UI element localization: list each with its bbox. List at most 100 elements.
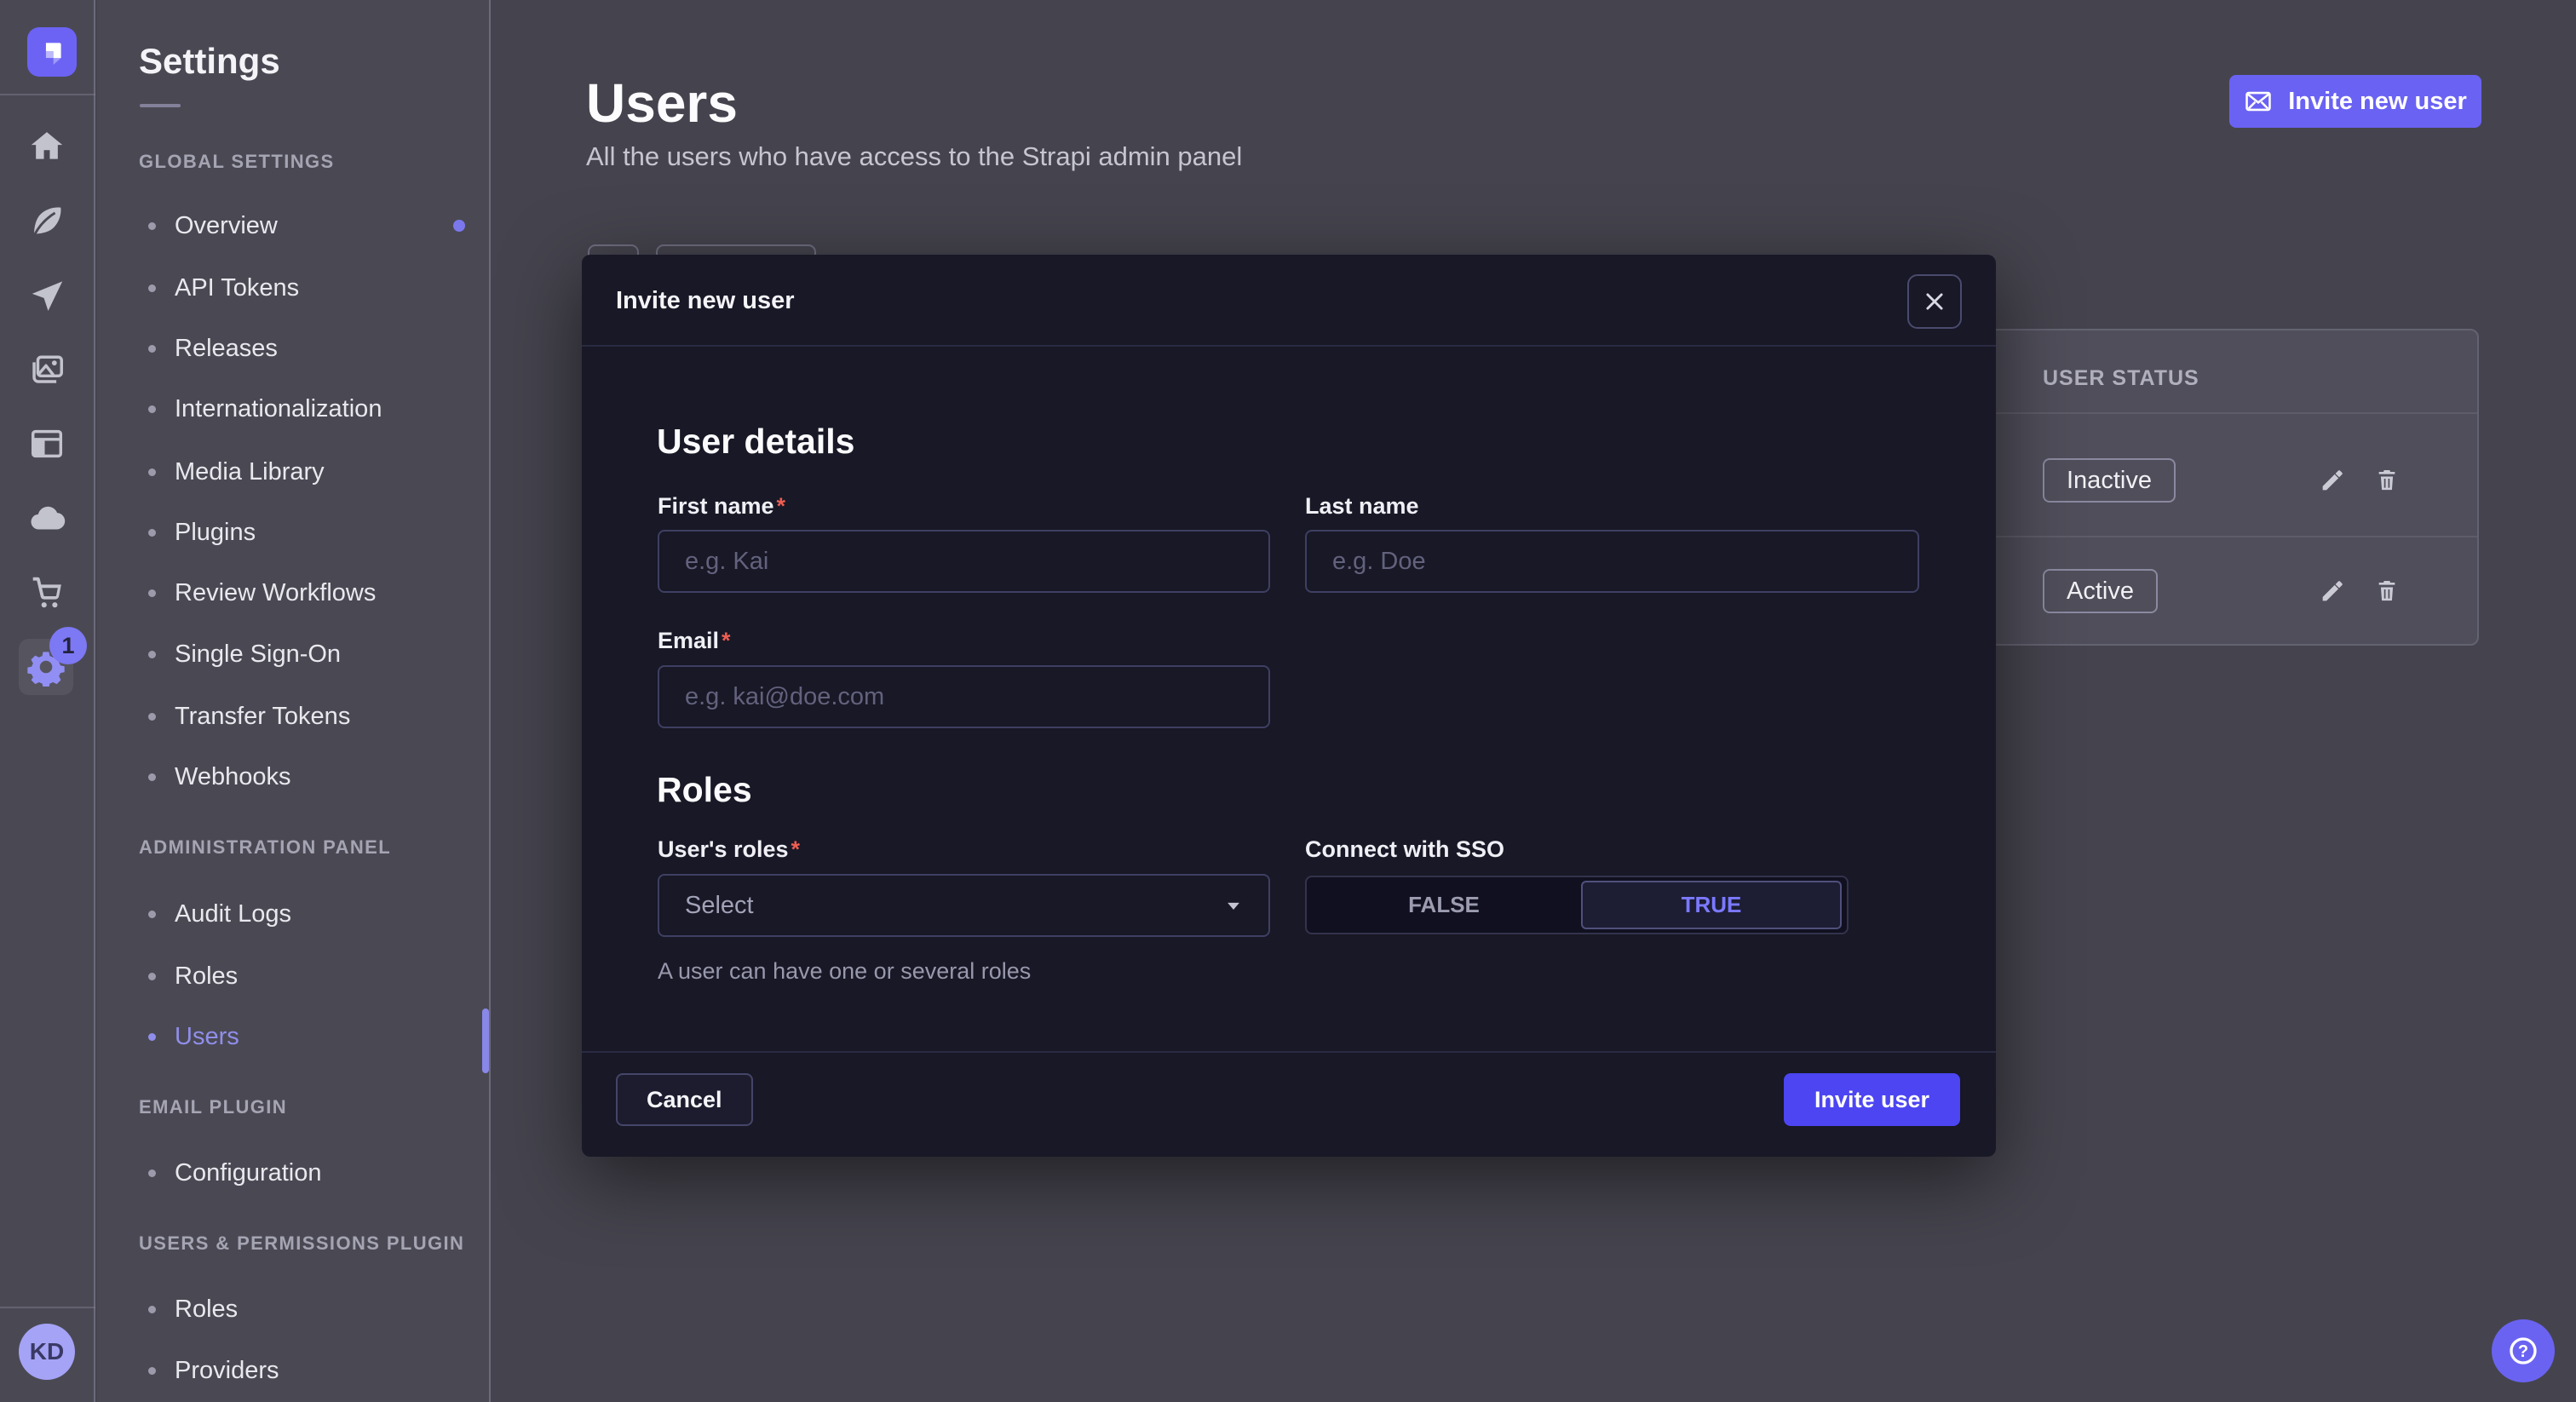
required-asterisk: * [722, 628, 731, 653]
last-name-label: Last name [1305, 493, 1419, 520]
sidebar-item-plugins[interactable]: Plugins [148, 514, 256, 551]
sidebar-item-internationalization[interactable]: Internationalization [148, 390, 382, 428]
sso-label: Connect with SSO [1305, 836, 1504, 863]
trash-icon [2373, 467, 2401, 494]
rail-bottom-divider [0, 1307, 95, 1308]
icon-rail: 1 KD [0, 0, 95, 1402]
section-email-plugin: EMAIL PLUGIN [139, 1090, 287, 1124]
required-asterisk: * [791, 836, 801, 862]
users-roles-label: User's roles* [658, 836, 800, 863]
sidebar-item-transfer-tokens[interactable]: Transfer Tokens [148, 698, 350, 735]
media-icon[interactable] [0, 343, 94, 398]
sidebar-item-configuration[interactable]: Configuration [148, 1154, 322, 1192]
strapi-logo-icon [37, 37, 66, 66]
modal-title: Invite new user [616, 287, 795, 315]
sidebar-item-up-roles[interactable]: Roles [148, 1290, 238, 1328]
help-button[interactable]: ? [2492, 1319, 2555, 1382]
bullet [148, 405, 156, 413]
last-name-input[interactable] [1305, 530, 1919, 593]
sso-true-option-selected[interactable]: TRUE [1581, 881, 1842, 929]
question-icon: ? [2506, 1334, 2540, 1368]
roles-select[interactable]: Select [658, 874, 1270, 937]
sidebar-item-review-workflows[interactable]: Review Workflows [148, 574, 376, 612]
bullet [148, 973, 156, 980]
sidebar-title: Settings [139, 41, 280, 82]
pencil-icon [2319, 577, 2346, 605]
settings-notification-badge: 1 [49, 627, 87, 664]
delete-user-button[interactable] [2366, 571, 2407, 612]
cancel-button[interactable]: Cancel [616, 1073, 753, 1126]
roles-select-value: Select [685, 892, 754, 920]
layout-icon[interactable] [0, 417, 94, 471]
home-icon[interactable] [0, 119, 94, 174]
invite-user-modal: Invite new user User details First name*… [582, 255, 1996, 1157]
bullet [148, 222, 156, 230]
bullet [148, 911, 156, 918]
bullet [148, 1367, 156, 1375]
user-details-heading: User details [657, 422, 854, 462]
sso-toggle: FALSE TRUE [1305, 876, 1849, 934]
bullet [148, 529, 156, 537]
feather-icon[interactable] [0, 194, 94, 249]
sidebar-item-overview[interactable]: Overview [148, 207, 278, 244]
settings-sidebar: Settings GLOBAL SETTINGS Overview API To… [97, 0, 491, 1402]
sidebar-item-users-active[interactable]: Users [148, 1018, 239, 1055]
edit-user-button[interactable] [2312, 460, 2353, 501]
bullet [148, 468, 156, 476]
bullet [148, 1306, 156, 1313]
roles-heading: Roles [657, 770, 752, 810]
status-badge-active: Active [2043, 569, 2158, 613]
required-asterisk: * [777, 493, 786, 519]
email-input[interactable] [658, 665, 1270, 728]
modal-header: Invite new user [582, 255, 1996, 347]
bullet [148, 773, 156, 781]
status-badge-inactive: Inactive [2043, 458, 2176, 503]
roles-hint: A user can have one or several roles [658, 958, 1031, 985]
sso-false-option[interactable]: FALSE [1307, 877, 1581, 933]
invite-new-user-button[interactable]: Invite new user [2229, 75, 2481, 128]
bullet [148, 1033, 156, 1041]
overview-notification-dot [453, 220, 465, 232]
envelope-icon [2244, 87, 2273, 116]
first-name-input[interactable] [658, 530, 1270, 593]
bullet [148, 284, 156, 292]
sidebar-item-providers[interactable]: Providers [148, 1352, 279, 1389]
send-icon[interactable] [0, 269, 94, 324]
sidebar-item-media-library[interactable]: Media Library [148, 453, 325, 491]
bullet [148, 1169, 156, 1177]
active-item-indicator [482, 1008, 489, 1073]
sidebar-item-webhooks[interactable]: Webhooks [148, 758, 291, 796]
section-administration-panel: ADMINISTRATION PANEL [139, 830, 391, 865]
bullet [148, 589, 156, 597]
strapi-admin-app: 1 KD Settings GLOBAL SETTINGS Overview A… [0, 0, 2576, 1402]
sidebar-item-single-sign-on[interactable]: Single Sign-On [148, 635, 341, 673]
email-label: Email* [658, 628, 731, 654]
svg-text:?: ? [2518, 1342, 2528, 1361]
sidebar-item-admin-roles[interactable]: Roles [148, 957, 238, 995]
column-header-user-status: USER STATUS [2043, 366, 2199, 391]
strapi-logo[interactable] [27, 27, 77, 77]
trash-icon [2373, 577, 2401, 605]
edit-user-button[interactable] [2312, 571, 2353, 612]
sidebar-item-releases[interactable]: Releases [148, 330, 278, 367]
bullet [148, 345, 156, 353]
cart-icon[interactable] [0, 566, 94, 620]
rail-divider [0, 94, 95, 95]
page-subtitle: All the users who have access to the Str… [586, 141, 1242, 172]
page-title: Users [586, 72, 738, 135]
sidebar-title-divider [140, 104, 181, 107]
chevron-down-icon [1221, 893, 1246, 918]
user-avatar[interactable]: KD [19, 1324, 75, 1380]
delete-user-button[interactable] [2366, 460, 2407, 501]
close-icon [1922, 289, 1947, 314]
sidebar-item-api-tokens[interactable]: API Tokens [148, 269, 299, 307]
cloud-icon[interactable] [0, 491, 94, 546]
sidebar-item-audit-logs[interactable]: Audit Logs [148, 895, 291, 933]
section-global-settings: GLOBAL SETTINGS [139, 145, 335, 179]
close-button[interactable] [1907, 274, 1962, 329]
bullet [148, 713, 156, 721]
section-users-permissions-plugin: USERS & PERMISSIONS PLUGIN [139, 1227, 464, 1261]
bullet [148, 651, 156, 658]
invite-user-submit-button[interactable]: Invite user [1784, 1073, 1960, 1126]
first-name-label: First name* [658, 493, 785, 520]
